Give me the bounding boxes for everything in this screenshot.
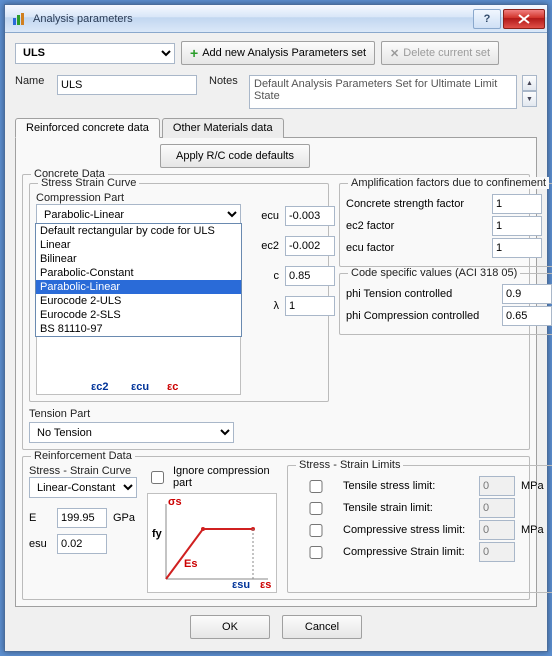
stress-strain-group: Stress Strain Curve Compression Part Par… (29, 183, 329, 402)
reinf-curve-graph: σs fy Es εsu εs (147, 493, 277, 593)
dropdown-option-selected[interactable]: Parabolic-Linear (36, 280, 241, 294)
reinforcement-data-group: Reinforcement Data Stress - Strain Curve… (22, 456, 530, 600)
notes-scrollbar[interactable]: ▲ ▼ (522, 75, 537, 107)
notes-field[interactable]: Default Analysis Parameters Set for Ulti… (249, 75, 517, 109)
ec2-label: ec2 (255, 240, 279, 252)
tensile-strain-field (479, 498, 515, 518)
c-field[interactable] (285, 266, 335, 286)
notes-label: Notes (209, 75, 243, 87)
delete-icon: ✕ (390, 47, 399, 60)
ec2-factor-label: ec2 factor (346, 220, 486, 232)
compressive-strain-label: Compressive Strain limit: (343, 546, 473, 558)
reinf-curve-select[interactable]: Linear-Constant (29, 477, 137, 498)
dialog-window: Analysis parameters ? ULS + Add new Anal… (4, 4, 548, 652)
apply-defaults-button[interactable]: Apply R/C code defaults (160, 144, 310, 168)
dropdown-option[interactable]: Bilinear (36, 252, 241, 266)
ignore-compression-label: Ignore compression part (173, 465, 277, 489)
ignore-compression-checkbox[interactable] (151, 471, 164, 484)
compressive-stress-label: Compressive stress limit: (343, 524, 473, 536)
tensile-stress-field (479, 476, 515, 496)
concrete-curve-graph: εc2 εcu εc (36, 335, 241, 395)
titlebar: Analysis parameters ? (5, 5, 547, 33)
tensile-strain-checkbox[interactable] (298, 502, 334, 515)
ecu-field[interactable] (285, 206, 335, 226)
code-values-group: Code specific values (ACI 318 05) phi Te… (339, 273, 552, 335)
group-title: Stress Strain Curve (38, 177, 139, 189)
group-title: Code specific values (ACI 318 05) (348, 267, 520, 279)
close-icon (518, 14, 530, 24)
e-label: E (29, 512, 51, 524)
tab-reinforced-concrete[interactable]: Reinforced concrete data (15, 118, 160, 138)
e-field[interactable] (57, 508, 107, 528)
phi-compression-label: phi Compression controlled (346, 310, 496, 322)
stress-strain-limits-group: Stress - Strain Limits Tensile stress li… (287, 465, 552, 593)
esu-label: esu (29, 538, 51, 550)
concrete-data-group: Concrete Data Stress Strain Curve Compre… (22, 174, 530, 450)
lambda-field[interactable] (285, 296, 335, 316)
help-button[interactable]: ? (473, 9, 501, 29)
ecu-factor-field[interactable] (492, 238, 542, 258)
compressive-stress-field (479, 520, 515, 540)
amplification-group: Amplification factors due to confinement… (339, 183, 552, 267)
compressive-strain-field (479, 542, 515, 562)
ok-button[interactable]: OK (190, 615, 270, 639)
scroll-down-icon[interactable]: ▼ (522, 91, 537, 107)
compression-curve-dropdown[interactable]: Default rectangular by code for ULS Line… (35, 223, 242, 337)
tab-other-materials[interactable]: Other Materials data (162, 118, 284, 138)
group-title: Amplification factors due to confinement (348, 177, 549, 189)
name-field[interactable] (57, 75, 197, 95)
name-label: Name (15, 75, 51, 87)
window-title: Analysis parameters (33, 13, 471, 25)
compressive-strain-checkbox[interactable] (298, 546, 334, 559)
ec2-factor-field[interactable] (492, 216, 542, 236)
group-title: Reinforcement Data (31, 450, 135, 462)
concrete-strength-label: Concrete strength factor (346, 198, 486, 210)
dropdown-option[interactable]: Linear (36, 238, 241, 252)
e-unit: GPa (113, 512, 135, 524)
dropdown-option[interactable]: Eurocode 2-ULS (36, 294, 241, 308)
phi-tension-field[interactable] (502, 284, 552, 304)
concrete-strength-field[interactable] (492, 194, 542, 214)
close-button[interactable] (503, 9, 545, 29)
delete-set-button[interactable]: ✕ Delete current set (381, 41, 499, 65)
dropdown-option[interactable]: BS 81110-97 (36, 322, 241, 336)
dropdown-option[interactable]: Default rectangular by code for ULS (36, 224, 241, 238)
plus-icon: + (190, 45, 198, 61)
tension-curve-select[interactable]: No Tension (29, 422, 234, 443)
cancel-button[interactable]: Cancel (282, 615, 362, 639)
phi-compression-field[interactable] (502, 306, 552, 326)
scroll-up-icon[interactable]: ▲ (522, 75, 537, 91)
group-title: Stress - Strain Limits (296, 459, 403, 471)
esu-field[interactable] (57, 534, 107, 554)
app-icon (11, 11, 27, 27)
reinf-curve-label: Stress - Strain Curve (29, 465, 137, 477)
ec2-field[interactable] (285, 236, 335, 256)
phi-tension-label: phi Tension controlled (346, 288, 496, 300)
lambda-label: λ (255, 300, 279, 312)
dropdown-option[interactable]: Parabolic-Constant (36, 266, 241, 280)
compression-part-label: Compression Part (36, 192, 322, 204)
dropdown-option[interactable]: Eurocode 2-SLS (36, 308, 241, 322)
compression-curve-select[interactable]: Parabolic-Linear (36, 204, 241, 225)
tension-part-label: Tension Part (29, 408, 329, 420)
tensile-strain-label: Tensile strain limit: (343, 502, 473, 514)
ecu-label: ecu (255, 210, 279, 222)
c-label: c (255, 270, 279, 282)
tensile-stress-label: Tensile stress limit: (343, 480, 473, 492)
compressive-stress-checkbox[interactable] (298, 524, 334, 537)
tensile-stress-checkbox[interactable] (298, 480, 334, 493)
ecu-factor-label: ecu factor (346, 242, 486, 254)
add-set-button[interactable]: + Add new Analysis Parameters set (181, 41, 375, 65)
parameters-set-select[interactable]: ULS (15, 43, 175, 64)
